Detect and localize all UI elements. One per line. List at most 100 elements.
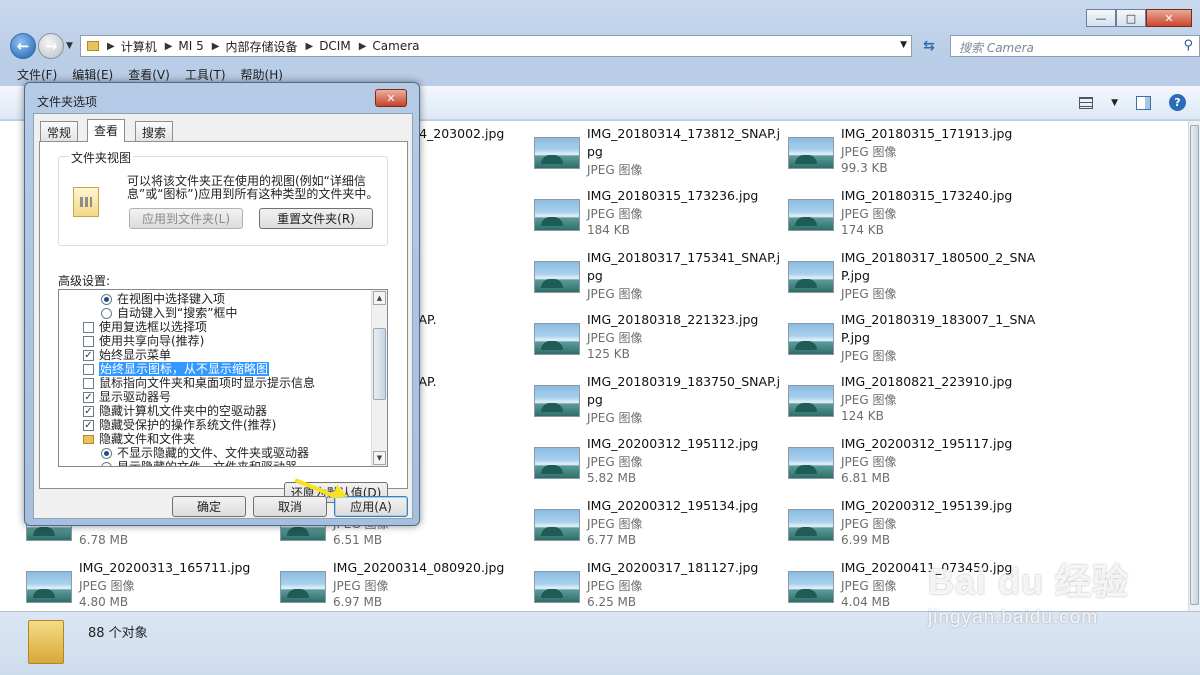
file-item[interactable]: IMG_20200312_195112.jpg JPEG 图像 5.82 MB xyxy=(534,435,784,493)
file-name: IMG_20180821_223910.jpg xyxy=(841,374,1013,389)
advanced-option[interactable]: ✓ 始终显示菜单 xyxy=(83,348,171,362)
file-item[interactable]: IMG_20180821_223910.jpg JPEG 图像 124 KB xyxy=(788,373,1038,431)
tab-view[interactable]: 查看 xyxy=(87,119,126,142)
file-item[interactable]: IMG_20180315_173240.jpg JPEG 图像 174 KB xyxy=(788,187,1038,245)
file-item[interactable]: IMG_20180317_175341_SNAP.jpg JPEG 图像 xyxy=(534,249,784,307)
refresh-icon[interactable]: ⇆ xyxy=(918,35,940,57)
address-dropdown-icon[interactable]: ▼ xyxy=(900,40,907,50)
cancel-button[interactable]: 取消 xyxy=(253,496,327,517)
change-view-icon[interactable] xyxy=(1079,96,1094,109)
advanced-option[interactable]: 隐藏文件和文件夹 xyxy=(83,432,195,446)
folder-icon xyxy=(87,41,99,51)
advanced-option[interactable]: 不显示隐藏的文件、文件夹或驱动器 xyxy=(101,446,309,460)
preview-pane-icon[interactable] xyxy=(1136,95,1151,110)
recent-pages-dropdown-icon[interactable]: ▼ xyxy=(66,41,73,51)
radio-button[interactable] xyxy=(101,447,112,459)
breadcrumb-separator-icon: ▶ xyxy=(107,40,115,52)
ok-button[interactable]: 确定 xyxy=(172,496,246,517)
file-name: IMG_20180317_180500_2_SNAP.jpg xyxy=(841,250,1036,283)
apply-to-folders-button[interactable]: 应用到文件夹(L) xyxy=(129,208,243,229)
address-bar[interactable]: ▶ 计算机 ▶ MI 5 ▶ 内部存储设备 ▶ DCIM ▶ Camera ▼ xyxy=(80,35,912,57)
help-icon[interactable]: ? xyxy=(1169,94,1186,111)
folder-views-group: 文件夹视图 可以将该文件夹正在使用的视图(例如“详细信息”或“图标”)应用到所有… xyxy=(58,149,388,246)
close-button[interactable]: ✕ xyxy=(1146,9,1192,27)
advanced-option[interactable]: ✓ 显示驱动器号 xyxy=(83,390,171,404)
image-thumbnail xyxy=(788,509,834,541)
folder-icon xyxy=(28,620,64,664)
image-thumbnail xyxy=(280,571,326,603)
scroll-down-icon[interactable]: ▼ xyxy=(373,451,386,465)
advanced-option[interactable]: ✓ 隐藏计算机文件夹中的空驱动器 xyxy=(83,404,267,418)
option-label: 隐藏文件和文件夹 xyxy=(99,432,196,446)
back-button[interactable]: ← xyxy=(10,33,36,59)
reset-folders-button[interactable]: 重置文件夹(R) xyxy=(259,208,373,229)
option-label: 显示隐藏的文件、文件夹和驱动器 xyxy=(117,460,298,467)
radio-button[interactable] xyxy=(101,461,112,466)
advanced-option[interactable]: 始终显示图标，从不显示缩略图 xyxy=(83,362,270,376)
file-size: 6.78 MB xyxy=(79,533,129,547)
dialog-close-button[interactable]: ✕ xyxy=(375,89,407,107)
tab-general[interactable]: 常规 xyxy=(40,121,79,141)
tab-search[interactable]: 搜索 xyxy=(135,121,174,141)
breadcrumb-computer[interactable]: 计算机 xyxy=(121,38,157,55)
advanced-option[interactable]: 鼠标指向文件夹和桌面项时显示提示信息 xyxy=(83,376,315,390)
advanced-scroll-thumb[interactable] xyxy=(373,328,386,400)
advanced-list-scrollbar[interactable]: ▲ ▼ xyxy=(371,290,387,466)
checkbox[interactable]: ✓ xyxy=(83,405,94,417)
advanced-option[interactable]: 使用复选框以选择项 xyxy=(83,320,207,334)
file-item[interactable]: IMG_20200317_181127.jpg JPEG 图像 6.25 MB xyxy=(534,559,784,611)
search-input[interactable]: 搜索 Camera ⚲ xyxy=(950,35,1200,57)
advanced-option[interactable]: 自动键入到“搜索”框中 xyxy=(101,306,237,320)
breadcrumb-camera[interactable]: Camera xyxy=(372,39,419,53)
breadcrumb-storage[interactable]: 内部存储设备 xyxy=(225,38,297,55)
file-item[interactable]: IMG_20180319_183750_SNAP.jpg JPEG 图像 xyxy=(534,373,784,431)
advanced-option[interactable]: 使用共享向导(推荐) xyxy=(83,334,204,348)
file-item[interactable]: IMG_20200312_195117.jpg JPEG 图像 6.81 MB xyxy=(788,435,1038,493)
breadcrumb-separator-icon: ▶ xyxy=(211,40,220,52)
advanced-option[interactable]: ✓ 隐藏受保护的操作系统文件(推荐) xyxy=(83,418,276,432)
file-size: 6.99 MB xyxy=(841,533,891,547)
radio-button[interactable] xyxy=(101,307,112,319)
radio-button[interactable] xyxy=(101,293,112,305)
advanced-option[interactable]: 显示隐藏的文件、文件夹和驱动器 xyxy=(101,460,298,467)
file-item[interactable]: IMG_20180319_183007_1_SNAP.jpg JPEG 图像 xyxy=(788,311,1038,369)
breadcrumb-dcim[interactable]: DCIM xyxy=(319,39,351,53)
file-type: JPEG 图像 xyxy=(841,517,897,531)
breadcrumb-device[interactable]: MI 5 xyxy=(178,39,203,53)
file-item[interactable]: IMG_20180314_173812_SNAP.jpg JPEG 图像 xyxy=(534,125,784,183)
view-dropdown-icon[interactable]: ▼ xyxy=(1111,98,1118,108)
advanced-settings-list[interactable]: ▲ ▼ 在视图中选择键入项 自动键入到“搜索”框中 使用复选框以选择项 使用共享向导(… xyxy=(58,289,388,467)
forward-button[interactable]: → xyxy=(38,33,64,59)
maximize-button[interactable]: □ xyxy=(1116,9,1146,27)
checkbox[interactable] xyxy=(83,321,94,333)
file-item[interactable]: IMG_20200312_195139.jpg JPEG 图像 6.99 MB xyxy=(788,497,1038,555)
checkbox[interactable]: ✓ xyxy=(83,391,94,403)
checkbox[interactable]: ✓ xyxy=(83,349,94,361)
checkbox[interactable] xyxy=(83,335,94,347)
option-label: 不显示隐藏的文件、文件夹或驱动器 xyxy=(117,446,310,460)
scrollbar-thumb[interactable] xyxy=(1190,125,1199,605)
checkbox[interactable]: ✓ xyxy=(83,419,94,431)
scroll-up-icon[interactable]: ▲ xyxy=(373,291,386,305)
search-icon[interactable]: ⚲ xyxy=(1183,38,1193,53)
file-list-scrollbar[interactable] xyxy=(1188,121,1200,611)
file-item[interactable]: IMG_20180315_173236.jpg JPEG 图像 184 KB xyxy=(534,187,784,245)
file-size: 6.81 MB xyxy=(841,471,891,485)
file-type: JPEG 图像 xyxy=(587,163,643,177)
advanced-option[interactable]: 在视图中选择键入项 xyxy=(101,292,225,306)
file-type: JPEG 图像 xyxy=(841,349,897,363)
checkbox[interactable] xyxy=(83,363,94,375)
file-item[interactable]: IMG_20180318_221323.jpg JPEG 图像 125 KB xyxy=(534,311,784,369)
file-name: IMG_20200314_080920.jpg xyxy=(333,560,505,575)
file-item[interactable]: IMG_20200313_165711.jpg JPEG 图像 4.80 MB xyxy=(26,559,276,611)
file-item[interactable]: IMG_20180317_180500_2_SNAP.jpg JPEG 图像 xyxy=(788,249,1038,307)
file-type: JPEG 图像 xyxy=(841,287,897,301)
file-item[interactable]: IMG_20200312_195134.jpg JPEG 图像 6.77 MB xyxy=(534,497,784,555)
image-thumbnail xyxy=(788,199,834,231)
minimize-button[interactable]: — xyxy=(1086,9,1116,27)
folder-views-title: 文件夹视图 xyxy=(69,149,134,166)
file-item[interactable]: IMG_20180315_171913.jpg JPEG 图像 99.3 KB xyxy=(788,125,1038,183)
option-label: 隐藏计算机文件夹中的空驱动器 xyxy=(99,404,268,418)
checkbox[interactable] xyxy=(83,377,94,389)
file-item[interactable]: IMG_20200314_080920.jpg JPEG 图像 6.97 MB xyxy=(280,559,530,611)
